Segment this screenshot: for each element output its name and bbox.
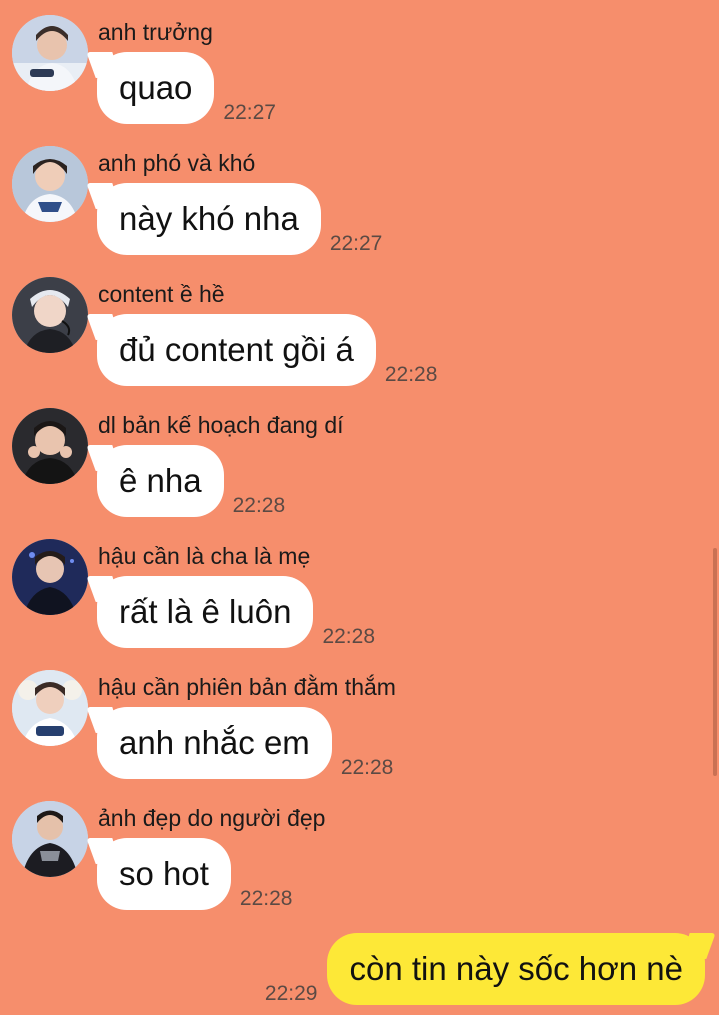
- message-row: hậu cần là cha là mẹ rất là ê luôn 22:28: [0, 524, 719, 655]
- message-bubble[interactable]: quao: [97, 52, 215, 124]
- message-time: 22:28: [322, 625, 376, 648]
- message-bubble[interactable]: anh nhắc em: [97, 707, 332, 779]
- avatar[interactable]: [12, 539, 88, 615]
- message-bubble[interactable]: ê nha: [97, 445, 224, 517]
- message-row: hậu cần phiên bản đằm thắm anh nhắc em 2…: [0, 655, 719, 786]
- avatar[interactable]: [12, 146, 88, 222]
- message-bubble[interactable]: rất là ê luôn: [97, 576, 314, 648]
- avatar-icon: [12, 670, 88, 746]
- avatar-icon: [12, 801, 88, 877]
- avatar-icon: [12, 408, 88, 484]
- avatar-icon: [12, 277, 88, 353]
- message-bubble[interactable]: này khó nha: [97, 183, 321, 255]
- message-row: dl bản kế hoạch đang dí ê nha 22:28: [0, 393, 719, 524]
- message-bubble[interactable]: so hot: [97, 838, 231, 910]
- sender-name: dl bản kế hoạch đang dí: [98, 412, 344, 438]
- avatar-icon: [12, 146, 88, 222]
- avatar[interactable]: [12, 15, 88, 91]
- message-time: 22:29: [264, 982, 318, 1005]
- sender-name: hậu cần là cha là mẹ: [98, 543, 311, 569]
- avatar-icon: [12, 15, 88, 91]
- avatar[interactable]: [12, 801, 88, 877]
- sender-name: anh trưởng: [98, 19, 213, 45]
- message-row: content ề hề đủ content gồi á 22:28: [0, 262, 719, 393]
- avatar-icon: [12, 539, 88, 615]
- my-message-bubble[interactable]: còn tin này sốc hơn nè: [327, 933, 705, 1005]
- message-row: anh trưởng quao 22:27: [0, 0, 719, 131]
- sender-name: anh phó và khó: [98, 150, 256, 176]
- sender-name: hậu cần phiên bản đằm thắm: [98, 674, 396, 700]
- sender-name: ảnh đẹp do người đẹp: [98, 805, 326, 831]
- message-row: anh phó và khó này khó nha 22:27: [0, 131, 719, 262]
- scrollbar[interactable]: [713, 548, 717, 776]
- sender-name: content ề hề: [98, 281, 225, 307]
- message-time: 22:28: [239, 887, 293, 910]
- message-time: 22:28: [384, 363, 438, 386]
- avatar[interactable]: [12, 670, 88, 746]
- my-message-row: 22:29 còn tin này sốc hơn nè: [265, 933, 705, 1005]
- chat-area[interactable]: anh trưởng quao 22:27 anh phó và khó này…: [0, 0, 719, 1015]
- message-time: 22:27: [223, 101, 276, 124]
- message-row: ảnh đẹp do người đẹp so hot 22:28: [0, 786, 719, 917]
- avatar[interactable]: [12, 408, 88, 484]
- avatar[interactable]: [12, 277, 88, 353]
- message-bubble[interactable]: đủ content gồi á: [97, 314, 376, 386]
- message-time: 22:28: [232, 494, 286, 517]
- message-time: 22:28: [340, 756, 394, 779]
- message-time: 22:27: [329, 232, 383, 255]
